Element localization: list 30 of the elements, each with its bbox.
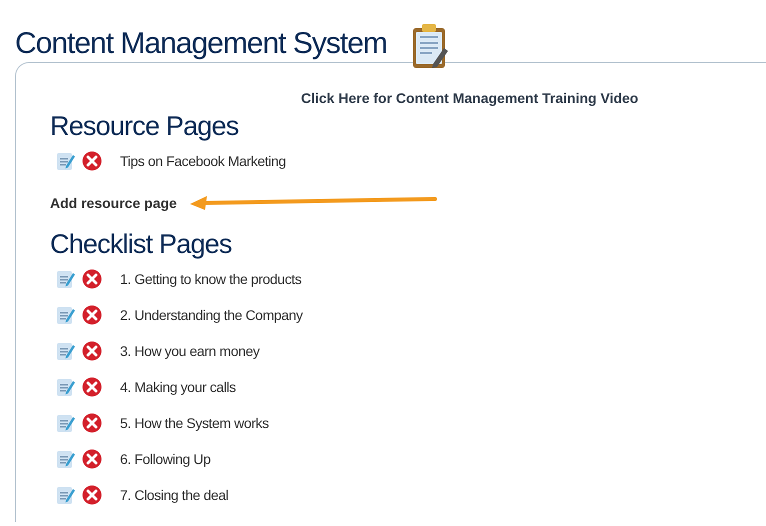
- delete-icon[interactable]: [82, 485, 102, 505]
- delete-icon[interactable]: [82, 305, 102, 325]
- page-link[interactable]: 2. Understanding the Company: [120, 304, 303, 326]
- page-link[interactable]: 6. Following Up: [120, 448, 210, 470]
- page-link[interactable]: 1. Getting to know the products: [120, 268, 302, 290]
- page-title: Content Management System: [15, 26, 387, 62]
- clipboard-icon: [410, 22, 449, 70]
- edit-icon[interactable]: [56, 413, 76, 433]
- page-link[interactable]: 7. Closing the deal: [120, 484, 228, 506]
- edit-icon[interactable]: [56, 449, 76, 469]
- edit-icon[interactable]: [56, 151, 76, 171]
- edit-icon[interactable]: [56, 305, 76, 325]
- page-link[interactable]: 5. How the System works: [120, 412, 269, 434]
- add-resource-link[interactable]: Add resource page: [50, 192, 177, 214]
- edit-icon[interactable]: [56, 485, 76, 505]
- delete-icon[interactable]: [82, 377, 102, 397]
- edit-icon[interactable]: [56, 377, 76, 397]
- edit-icon[interactable]: [56, 341, 76, 361]
- training-video-link[interactable]: Click Here for Content Management Training Video: [301, 88, 638, 109]
- page-link[interactable]: 3. How you earn money: [120, 340, 260, 362]
- edit-icon[interactable]: [56, 269, 76, 289]
- section-heading: Checklist Pages: [50, 229, 233, 259]
- delete-icon[interactable]: [82, 151, 102, 171]
- delete-icon[interactable]: [82, 341, 102, 361]
- section-heading: Resource Pages: [50, 111, 240, 141]
- delete-icon[interactable]: [82, 413, 102, 433]
- page-link[interactable]: 4. Making your calls: [120, 376, 236, 398]
- page-link[interactable]: Tips on Facebook Marketing: [120, 150, 286, 172]
- delete-icon[interactable]: [82, 449, 102, 469]
- delete-icon[interactable]: [82, 269, 102, 289]
